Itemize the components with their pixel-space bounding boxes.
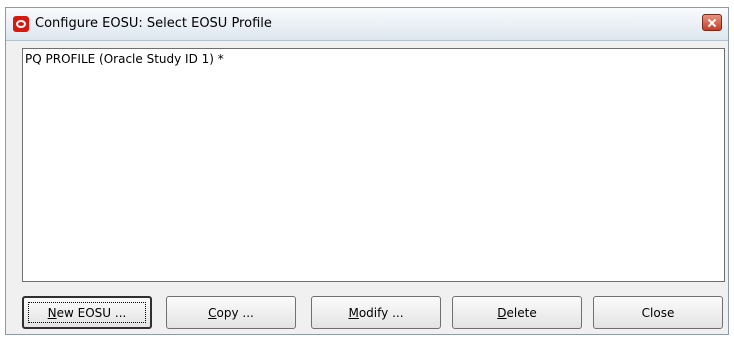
close-button[interactable]: Close <box>593 296 723 329</box>
copy-button[interactable]: Copy ... <box>166 296 296 329</box>
list-item[interactable]: PQ PROFILE (Oracle Study ID 1) * <box>25 52 224 66</box>
configure-eosu-dialog: Configure EOSU: Select EOSU Profile PQ P… <box>5 7 729 335</box>
title-bar: Configure EOSU: Select EOSU Profile <box>6 8 728 41</box>
delete-label: elete <box>506 305 537 320</box>
modify-label: odify ... <box>358 305 404 320</box>
window-title: Configure EOSU: Select EOSU Profile <box>35 16 272 31</box>
close-label: Close <box>641 305 675 320</box>
window-close-icon[interactable] <box>702 14 722 31</box>
modify-mnemonic: M <box>348 305 359 320</box>
new-eosu-mnemonic: N <box>47 305 57 320</box>
delete-mnemonic: D <box>497 305 507 320</box>
modify-button[interactable]: Modify ... <box>311 296 441 329</box>
new-eosu-button[interactable]: New EOSU ... <box>22 296 152 329</box>
copy-mnemonic: C <box>208 305 217 320</box>
delete-button[interactable]: Delete <box>452 296 582 329</box>
copy-label: opy ... <box>216 305 254 320</box>
oracle-app-icon <box>13 16 29 32</box>
eosu-profile-list[interactable]: PQ PROFILE (Oracle Study ID 1) * <box>22 48 725 282</box>
new-eosu-label: ew EOSU ... <box>56 305 127 320</box>
